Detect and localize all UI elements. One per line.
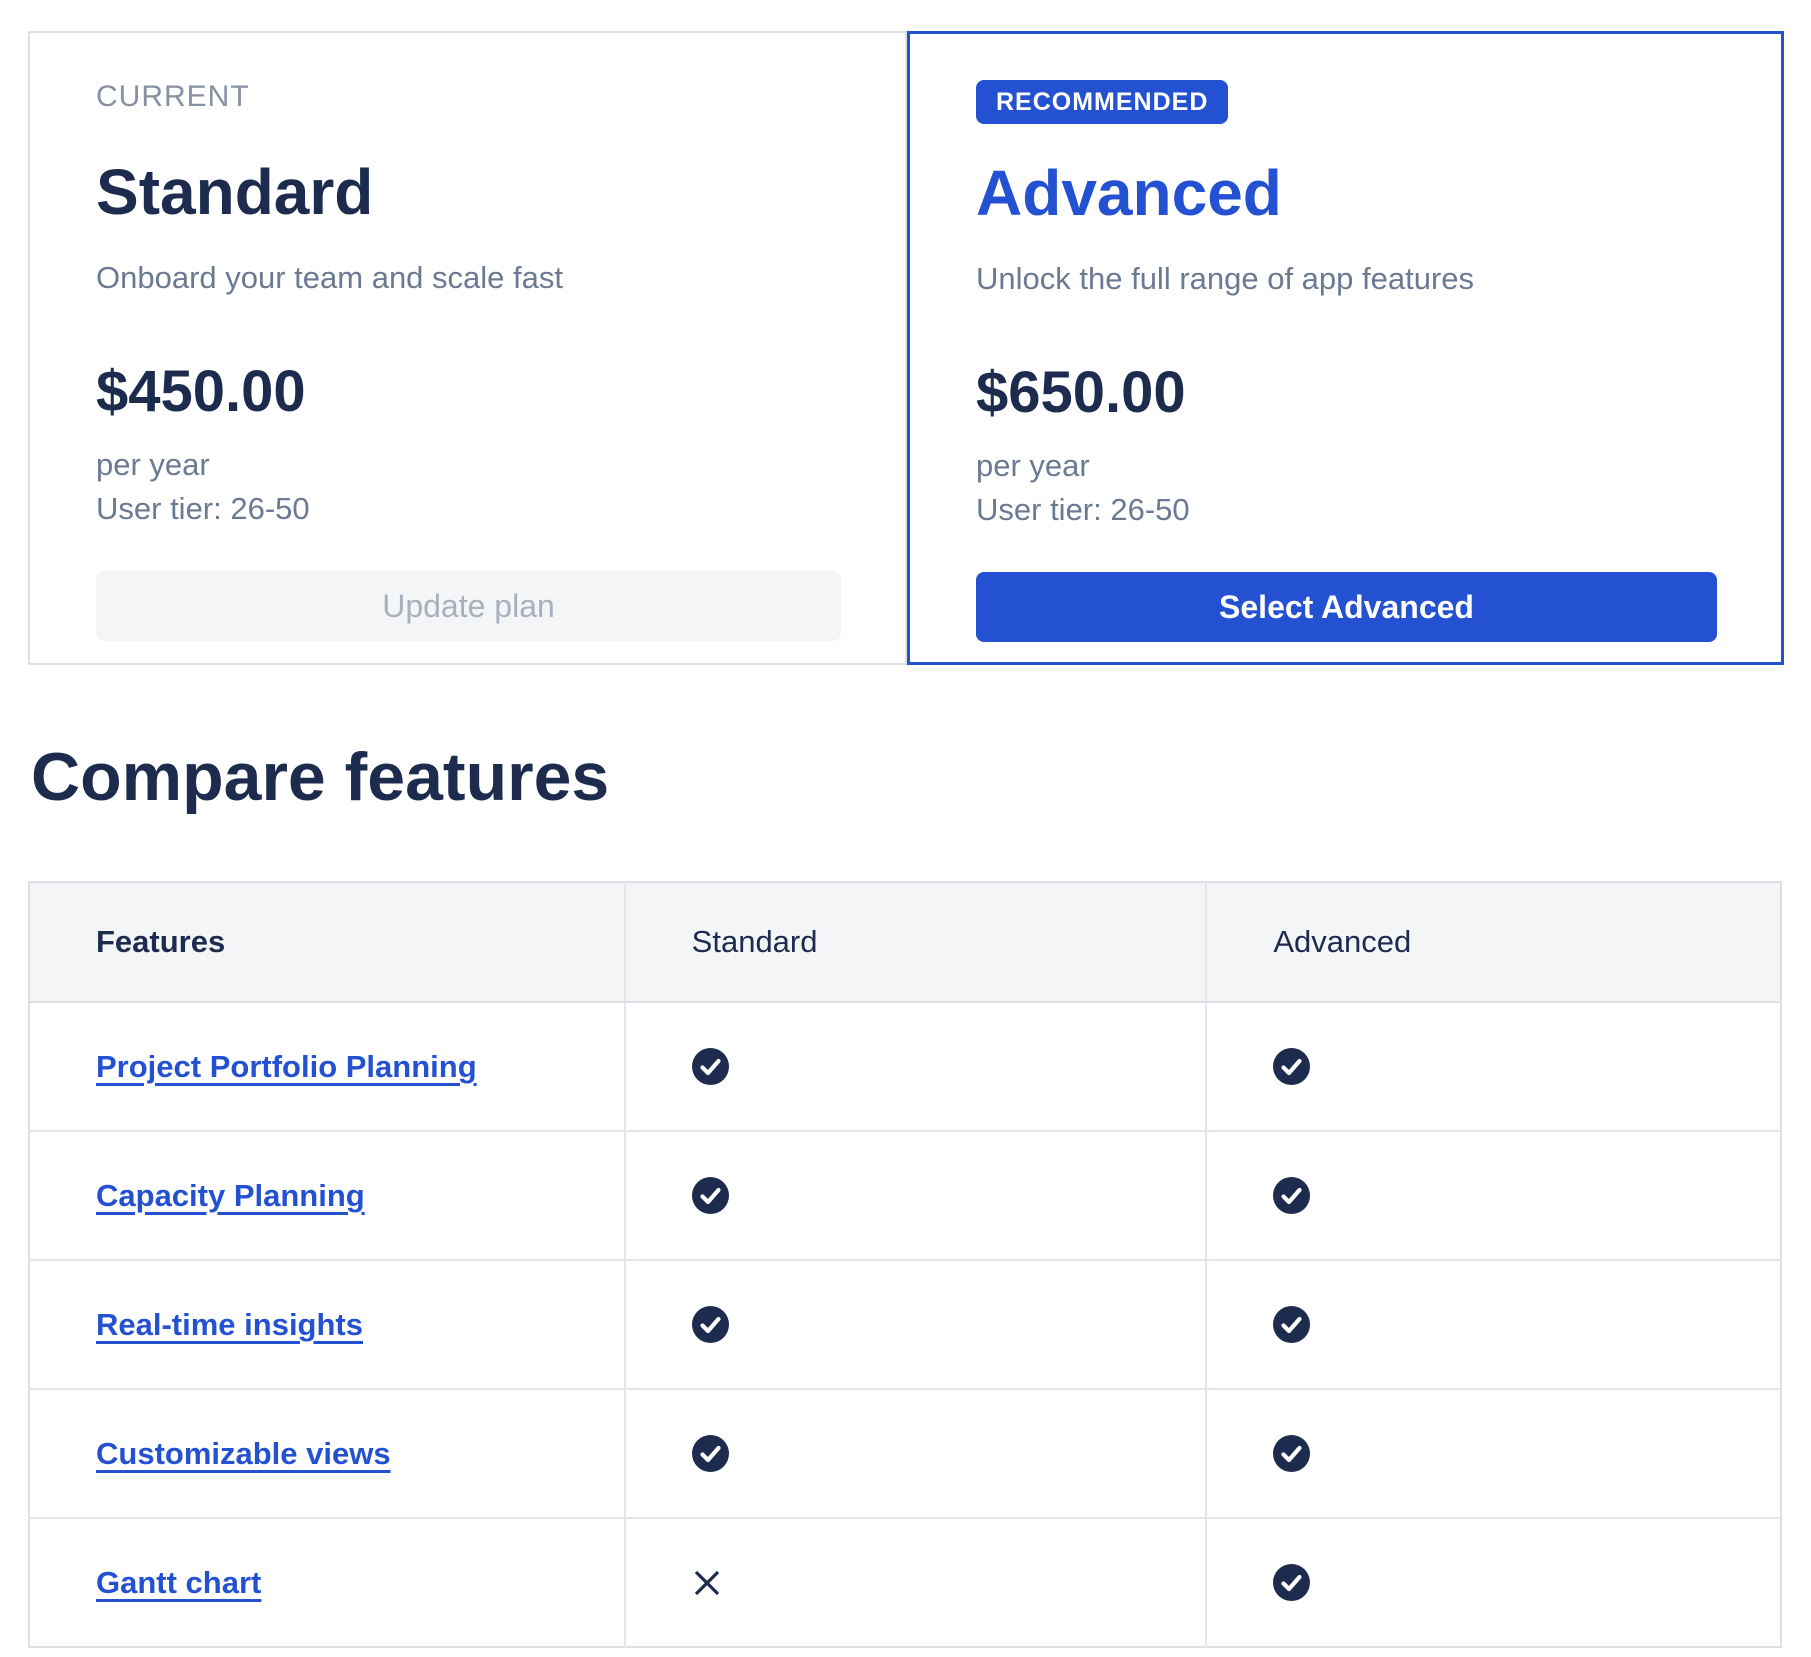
check-circle-icon xyxy=(1273,1306,1310,1343)
plan-period-advanced: per year xyxy=(976,444,1090,488)
check-circle-icon xyxy=(1273,1564,1310,1601)
table-header-row: Features Standard Advanced xyxy=(29,882,1781,1002)
plan-card-standard: CURRENT Standard Onboard your team and s… xyxy=(28,31,907,665)
check-circle-icon xyxy=(692,1177,729,1214)
plan-card-advanced-content: RECOMMENDED Advanced Unlock the full ran… xyxy=(910,34,1781,668)
check-circle-icon xyxy=(692,1435,729,1472)
plan-name-advanced: Advanced xyxy=(976,154,1282,232)
table-row: Project Portfolio Planning xyxy=(29,1002,1781,1131)
feature-link[interactable]: Gantt chart xyxy=(96,1565,261,1600)
plan-period-standard: per year xyxy=(96,443,210,487)
table-row: Gantt chart xyxy=(29,1518,1781,1647)
check-circle-icon xyxy=(692,1048,729,1085)
plan-cards: CURRENT Standard Onboard your team and s… xyxy=(28,31,1784,665)
plan-card-standard-content: CURRENT Standard Onboard your team and s… xyxy=(30,33,905,667)
select-advanced-button[interactable]: Select Advanced xyxy=(976,572,1717,642)
plans-page: CURRENT Standard Onboard your team and s… xyxy=(0,0,1811,1648)
plan-description-advanced: Unlock the full range of app features xyxy=(976,258,1474,300)
feature-link[interactable]: Capacity Planning xyxy=(96,1178,365,1213)
feature-link[interactable]: Customizable views xyxy=(96,1436,391,1471)
current-plan-label: CURRENT xyxy=(96,79,250,115)
plan-card-advanced: RECOMMENDED Advanced Unlock the full ran… xyxy=(907,31,1784,665)
table-row: Real-time insights xyxy=(29,1260,1781,1389)
feature-link[interactable]: Project Portfolio Planning xyxy=(96,1049,477,1084)
column-header-standard: Standard xyxy=(625,882,1207,1002)
update-plan-button[interactable]: Update plan xyxy=(96,571,841,641)
check-circle-icon xyxy=(692,1306,729,1343)
plan-user-tier-advanced: User tier: 26-50 xyxy=(976,488,1190,532)
compare-features-title: Compare features xyxy=(31,737,1784,817)
column-header-features: Features xyxy=(29,882,625,1002)
table-row: Customizable views xyxy=(29,1389,1781,1518)
feature-link[interactable]: Real-time insights xyxy=(96,1307,363,1342)
recommended-badge: RECOMMENDED xyxy=(976,80,1228,124)
plan-description-standard: Onboard your team and scale fast xyxy=(96,257,563,299)
plan-name-standard: Standard xyxy=(96,153,373,231)
check-circle-icon xyxy=(1273,1177,1310,1214)
x-mark-icon xyxy=(692,1568,722,1598)
check-circle-icon xyxy=(1273,1048,1310,1085)
check-circle-icon xyxy=(1273,1435,1310,1472)
column-header-advanced: Advanced xyxy=(1206,882,1781,1002)
table-row: Capacity Planning xyxy=(29,1131,1781,1260)
plan-price-advanced: $650.00 xyxy=(976,358,1186,428)
feature-comparison-table: Features Standard Advanced Project Portf… xyxy=(28,881,1782,1648)
plan-price-standard: $450.00 xyxy=(96,357,306,427)
plan-user-tier-standard: User tier: 26-50 xyxy=(96,487,310,531)
